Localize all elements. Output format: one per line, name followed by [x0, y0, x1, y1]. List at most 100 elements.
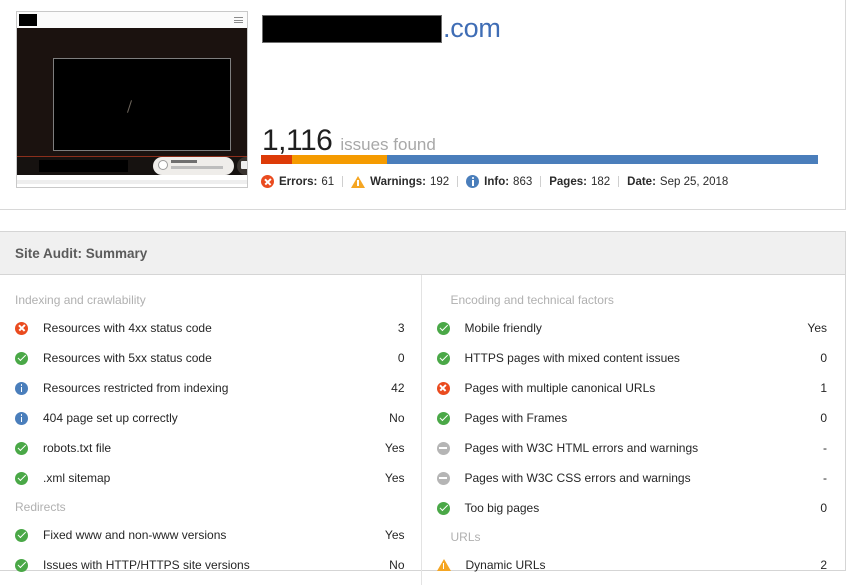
thumbnail-logo-redacted	[19, 14, 37, 26]
stat-key: Date:	[627, 175, 656, 188]
audit-row-label: Fixed www and non-www versions	[43, 528, 227, 542]
audit-row-value: 1	[820, 381, 827, 395]
audit-row-label: robots.txt file	[43, 441, 112, 455]
stat-date[interactable]: Date: Sep 25, 2018	[627, 176, 728, 188]
stat-value: 863	[513, 175, 533, 188]
audit-row[interactable]: Issues with HTTP/HTTPS site versions No	[15, 550, 405, 580]
stat-value: Sep 25, 2018	[659, 175, 729, 188]
audit-row-value: -	[823, 471, 827, 485]
audit-row[interactable]: Pages with W3C CSS errors and warnings -	[436, 463, 827, 493]
check-icon	[15, 558, 28, 572]
stat-key: Info:	[484, 175, 510, 188]
audit-row-label: 404 page set up correctly	[43, 411, 178, 425]
issues-distribution-bar	[261, 155, 818, 164]
not-available-icon	[436, 471, 450, 485]
audit-row[interactable]: Too big pages 0	[436, 493, 827, 523]
site-domain-redacted	[262, 14, 442, 43]
audit-row-label: HTTPS pages with mixed content issues	[464, 351, 680, 365]
audit-row-value: No	[389, 411, 405, 425]
thumbnail-footer-band	[17, 180, 247, 184]
audit-row[interactable]: 404 page set up correctly No	[15, 403, 405, 433]
audit-row-value: 2	[820, 558, 827, 572]
audit-row[interactable]: Resources restricted from indexing 42	[15, 373, 405, 403]
stat-pages[interactable]: Pages: 182	[549, 176, 610, 188]
audit-row-value: Yes	[384, 471, 405, 485]
group-title: URLs	[450, 530, 481, 544]
stat-info[interactable]: Info: 863	[466, 175, 532, 188]
chat-launcher-icon	[237, 157, 247, 175]
audit-row-label: Dynamic URLs	[465, 558, 546, 572]
site-thumbnail[interactable]	[16, 11, 248, 188]
summary-columns: Indexing and crawlability Resources with …	[0, 275, 845, 585]
stat-warnings[interactable]: Warnings: 192	[351, 175, 450, 188]
stat-errors[interactable]: Errors: 61	[261, 175, 334, 188]
column-divider	[421, 275, 422, 585]
audit-row[interactable]: Pages with Frames 0	[436, 403, 827, 433]
audit-row-value: 0	[820, 411, 827, 425]
group-title: Redirects	[15, 500, 66, 514]
not-available-icon	[436, 441, 450, 455]
thumbnail-redacted-text	[39, 160, 128, 172]
audit-row[interactable]: HTTPS pages with mixed content issues 0	[436, 343, 827, 373]
audit-row[interactable]: robots.txt file Yes	[15, 433, 405, 463]
chat-widget-title-line	[171, 160, 197, 163]
audit-row-value: -	[823, 441, 827, 455]
info-icon	[466, 175, 480, 188]
group-title: Encoding and technical factors	[450, 293, 614, 307]
audit-row-label: Resources with 5xx status code	[43, 351, 212, 365]
group-title: Indexing and crawlability	[15, 293, 146, 307]
audit-row[interactable]: Fixed www and non-www versions Yes	[15, 520, 405, 550]
info-icon	[15, 381, 28, 395]
stats-separator	[342, 176, 344, 187]
audit-row-label: Pages with W3C HTML errors and warnings	[464, 441, 699, 455]
thumbnail-topbar	[17, 12, 247, 28]
errors-segment	[261, 155, 292, 164]
audit-row-label: Mobile friendly	[464, 321, 542, 335]
audit-row-label: Pages with W3C CSS errors and warnings	[464, 471, 691, 485]
warning-icon	[436, 559, 451, 571]
stats-separator	[618, 176, 620, 187]
audit-row[interactable]: Dynamic URLs 2	[436, 550, 827, 580]
audit-row-label: Pages with Frames	[464, 411, 568, 425]
site-overview-card: .com 1,116 issues found Errors: 61 Warning…	[0, 0, 846, 210]
stat-value: 192	[429, 175, 450, 188]
stats-separator	[457, 176, 459, 187]
audit-row-label: Issues with HTTP/HTTPS site versions	[43, 558, 250, 572]
issues-label: issues found	[340, 135, 436, 154]
error-icon	[436, 381, 450, 395]
site-domain-tld: .com	[443, 13, 501, 43]
check-icon	[15, 528, 28, 542]
check-icon	[15, 471, 28, 485]
thumbnail-hero	[17, 28, 247, 156]
audit-row-value: Yes	[384, 441, 405, 455]
audit-row[interactable]: Pages with W3C HTML errors and warnings -	[436, 433, 827, 463]
audit-row-value: Yes	[384, 528, 405, 542]
stat-key: Pages:	[549, 175, 587, 188]
warnings-segment	[291, 155, 388, 164]
audit-row[interactable]: Resources with 4xx status code 3	[15, 313, 405, 343]
audit-row-value: 0	[397, 351, 405, 365]
check-icon	[436, 351, 450, 365]
audit-row-label: Too big pages	[464, 501, 540, 515]
audit-row[interactable]: .xml sitemap Yes	[15, 463, 405, 493]
audit-row-value: 0	[820, 501, 827, 515]
stat-key: Warnings:	[370, 175, 426, 188]
audit-row-label: Resources restricted from indexing	[43, 381, 229, 395]
error-icon	[261, 175, 274, 188]
audit-row[interactable]: Resources with 5xx status code 0	[15, 343, 405, 373]
check-icon	[15, 441, 28, 455]
check-icon	[436, 501, 450, 515]
audit-row[interactable]: Pages with multiple canonical URLs 1	[436, 373, 827, 403]
info-segment	[387, 155, 818, 164]
audit-row[interactable]: Mobile friendly Yes	[436, 313, 827, 343]
audit-row-value: No	[389, 558, 405, 572]
summary-column-left: Indexing and crawlability Resources with …	[0, 286, 423, 580]
chat-widget-subtitle-line	[171, 166, 223, 169]
stat-value: 61	[321, 175, 335, 188]
stat-value: 182	[590, 175, 611, 188]
hamburger-menu-icon	[234, 17, 243, 23]
stat-key: Errors:	[279, 175, 318, 188]
chat-avatar-icon	[158, 160, 168, 170]
site-audit-summary-card: Site Audit: Summary Indexing and crawlab…	[0, 231, 846, 585]
warning-icon	[351, 175, 366, 188]
